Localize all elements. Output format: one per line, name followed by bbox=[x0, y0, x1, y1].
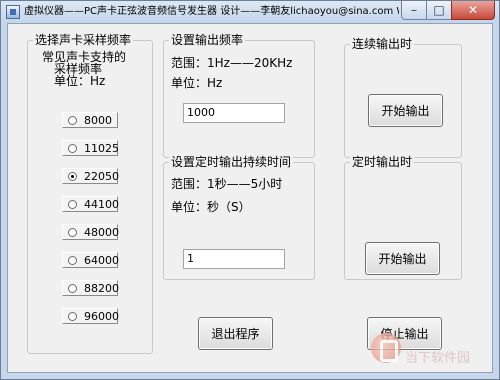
minimize-icon: – bbox=[411, 3, 417, 17]
exit-button[interactable]: 退出程序 bbox=[198, 317, 273, 350]
continuous-output-group-title: 连续输出时 bbox=[350, 37, 415, 52]
sample-rate-option-label: 96000 bbox=[84, 309, 119, 323]
sample-rate-option-label: 22050 bbox=[84, 169, 119, 183]
radio-circle-icon bbox=[68, 115, 77, 125]
radio-circle-icon bbox=[68, 143, 77, 153]
sample-rate-option-48000[interactable]: 48000 bbox=[62, 224, 119, 240]
timed-output-group-title: 定时输出时 bbox=[350, 155, 415, 170]
watermark-text: 当下软件园 bbox=[405, 351, 471, 366]
sample-rate-option-88200[interactable]: 88200 bbox=[62, 280, 119, 296]
frequency-group-title: 设置输出频率 bbox=[169, 33, 246, 48]
sample-rate-option-64000[interactable]: 64000 bbox=[62, 252, 119, 268]
sample-rate-option-label: 64000 bbox=[84, 253, 119, 267]
sample-rate-group-title: 选择声卡采样频率 bbox=[33, 33, 134, 48]
timed-start-button[interactable]: 开始输出 bbox=[365, 242, 440, 275]
sample-rate-option-label: 88200 bbox=[84, 281, 119, 295]
radio-circle-icon bbox=[68, 171, 77, 181]
sample-rate-option-label: 8000 bbox=[84, 113, 112, 127]
radio-circle-icon bbox=[68, 255, 77, 265]
app-icon bbox=[6, 5, 20, 19]
sample-rate-option-label: 11025 bbox=[84, 141, 119, 155]
radio-circle-icon bbox=[68, 199, 77, 209]
app-window: 虚拟仪器——PC声卡正弦波音频信号发生器 设计——李朝友lichaoyou@si… bbox=[0, 0, 500, 380]
sample-rate-option-label: 44100 bbox=[84, 197, 119, 211]
close-icon: ✕ bbox=[467, 3, 479, 17]
minimize-button[interactable]: – bbox=[401, 1, 427, 20]
sample-rate-option-22050[interactable]: 22050 bbox=[62, 168, 119, 184]
radio-circle-icon bbox=[68, 283, 77, 293]
duration-range: 范围：1秒——5小时 bbox=[171, 177, 283, 191]
maximize-icon: □ bbox=[433, 3, 445, 17]
sample-rate-option-label: 48000 bbox=[84, 225, 119, 239]
radio-circle-icon bbox=[68, 311, 77, 321]
continuous-start-button[interactable]: 开始输出 bbox=[368, 94, 443, 127]
duration-input[interactable]: 1 bbox=[183, 249, 285, 269]
sample-rate-option-96000[interactable]: 96000 bbox=[62, 308, 119, 324]
sample-rate-option-8000[interactable]: 8000 bbox=[62, 112, 118, 128]
close-button[interactable]: ✕ bbox=[451, 1, 495, 20]
title-bar: 虚拟仪器——PC声卡正弦波音频信号发生器 设计——李朝友lichaoyou@si… bbox=[1, 1, 499, 23]
duration-unit: 单位：秒（S） bbox=[171, 200, 251, 214]
frequency-input[interactable]: 1000 bbox=[183, 103, 285, 123]
radio-circle-icon bbox=[68, 227, 77, 237]
watermark: 当下软件园 bbox=[363, 319, 495, 369]
sample-rate-option-11025[interactable]: 11025 bbox=[62, 140, 119, 156]
watermark-logo-icon bbox=[371, 333, 401, 363]
maximize-button[interactable]: □ bbox=[426, 1, 452, 20]
sample-rate-option-44100[interactable]: 44100 bbox=[62, 196, 119, 212]
frequency-range: 范围：1Hz——20KHz bbox=[171, 56, 293, 70]
frequency-unit: 单位：Hz bbox=[171, 76, 223, 90]
sample-rate-desc-line3: 单位：Hz bbox=[54, 74, 106, 88]
duration-group-title: 设置定时输出持续时间 bbox=[169, 155, 294, 170]
window-title: 虚拟仪器——PC声卡正弦波音频信号发生器 设计——李朝友lichaoyou@si… bbox=[24, 6, 399, 17]
